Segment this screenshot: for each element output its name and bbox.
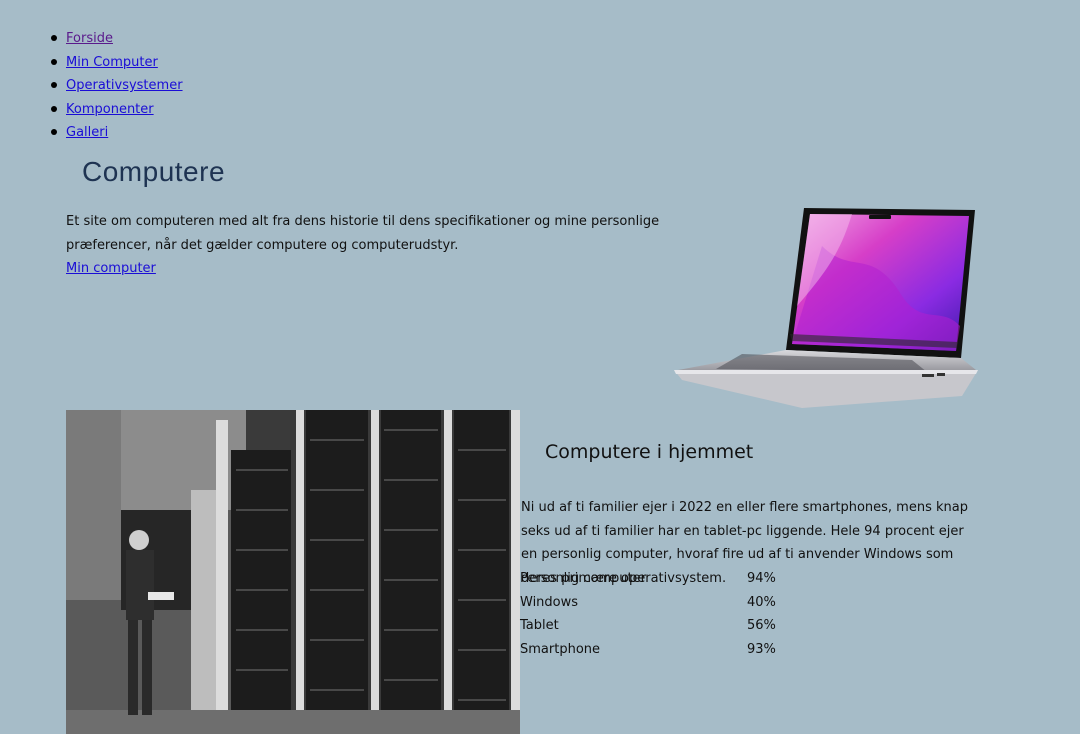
- table-row: Windows 40%: [520, 591, 776, 615]
- stat-label: Windows: [520, 594, 579, 610]
- nav-link-forside[interactable]: Forside: [66, 31, 113, 46]
- stat-value: 93%: [747, 642, 776, 658]
- page-title: Computere: [82, 156, 226, 187]
- nav-item-komponenter: Komponenter: [51, 98, 183, 122]
- server-room-photo: [66, 410, 520, 734]
- table-row: Personlig computer 94%: [520, 567, 776, 591]
- laptop-image: [674, 208, 978, 408]
- main-navigation: Forside Min Computer Operativsystemer Ko…: [51, 27, 183, 145]
- min-computer-link[interactable]: Min computer: [66, 259, 156, 279]
- stat-label: Tablet: [520, 618, 559, 634]
- section-heading: Computere i hjemmet: [545, 441, 754, 463]
- nav-link-min-computer[interactable]: Min Computer: [66, 55, 158, 70]
- nav-item-operativsystemer: Operativsystemer: [51, 74, 183, 98]
- nav-item-forside: Forside: [51, 27, 183, 51]
- stat-value: 94%: [747, 571, 776, 587]
- stat-value: 40%: [747, 594, 776, 610]
- nav-item-min-computer: Min Computer: [51, 51, 183, 75]
- table-row: Tablet 56%: [520, 614, 776, 638]
- intro-text: Et site om computeren med alt fra dens h…: [66, 214, 660, 253]
- stats-table: Personlig computer 94% Windows 40% Table…: [520, 567, 776, 661]
- stat-label: Personlig computer: [520, 571, 646, 587]
- nav-link-komponenter[interactable]: Komponenter: [66, 102, 154, 117]
- stat-label: Smartphone: [520, 642, 601, 658]
- nav-link-operativsystemer[interactable]: Operativsystemer: [66, 78, 183, 93]
- stat-value: 56%: [747, 618, 776, 634]
- nav-link-galleri[interactable]: Galleri: [66, 125, 108, 140]
- table-row: Smartphone 93%: [520, 638, 776, 662]
- nav-item-galleri: Galleri: [51, 121, 183, 145]
